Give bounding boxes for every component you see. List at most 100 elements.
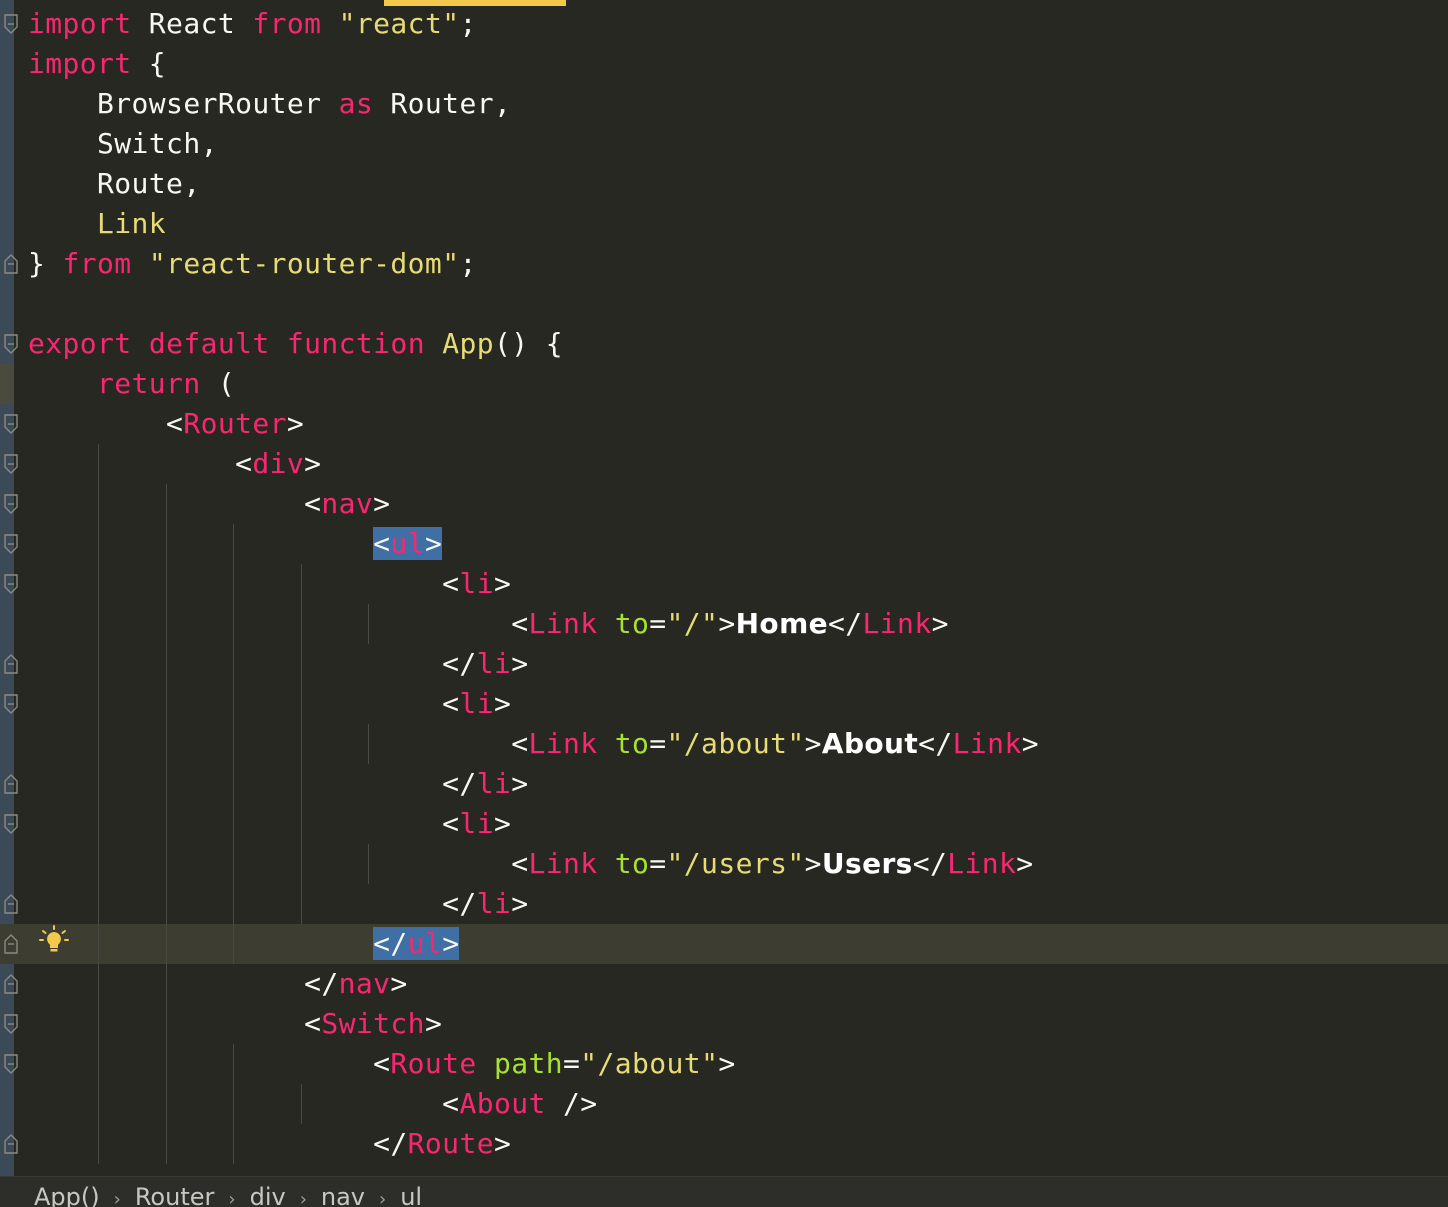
code-token: >	[373, 487, 391, 520]
code-line[interactable]: Link	[0, 204, 1448, 244]
breadcrumb-item[interactable]: div	[250, 1183, 286, 1207]
fold-close-icon[interactable]	[4, 1134, 18, 1154]
code-token: to	[614, 727, 650, 760]
code-token: "/"	[666, 607, 719, 640]
code-line[interactable]: <li>	[0, 804, 1448, 844]
code-line[interactable]: </ul>	[0, 924, 1448, 964]
breadcrumb-item[interactable]: App()	[34, 1183, 100, 1207]
fold-open-icon[interactable]	[4, 1054, 18, 1074]
code-token: Route	[390, 1047, 477, 1080]
fold-open-icon[interactable]	[4, 694, 18, 714]
code-token: >	[718, 1047, 736, 1080]
fold-open-icon[interactable]	[4, 334, 18, 354]
code-line-text: } from "react-router-dom";	[28, 244, 477, 284]
code-line[interactable]: <About />	[0, 1084, 1448, 1124]
code-line[interactable]: import React from "react";	[0, 4, 1448, 44]
fold-close-icon[interactable]	[4, 894, 18, 914]
code-token: <	[28, 607, 529, 640]
breadcrumb-item[interactable]: ul	[400, 1183, 422, 1207]
code-line[interactable]: </li>	[0, 884, 1448, 924]
code-line-text: return (	[28, 364, 235, 404]
selected-token: <	[373, 527, 391, 560]
fold-close-icon[interactable]	[4, 974, 18, 994]
fold-open-icon[interactable]	[4, 454, 18, 474]
code-token: Link	[528, 727, 598, 760]
code-line[interactable]: import {	[0, 44, 1448, 84]
chevron-right-icon: ›	[113, 1189, 121, 1207]
code-token: >	[286, 407, 305, 440]
indent-guide	[165, 484, 167, 1164]
code-token: Link	[952, 727, 1022, 760]
breadcrumb-item[interactable]: Router	[135, 1183, 215, 1207]
indent-guide	[368, 604, 369, 644]
code-line[interactable]: </nav>	[0, 964, 1448, 1004]
code-token: import	[28, 47, 132, 80]
code-token: nav	[321, 487, 374, 520]
code-token: >	[493, 1127, 512, 1160]
fold-close-icon[interactable]	[4, 934, 18, 954]
code-line[interactable]: <li>	[0, 684, 1448, 724]
fold-open-icon[interactable]	[4, 14, 18, 34]
code-token: =	[563, 1047, 581, 1080]
code-line[interactable]: </Route>	[0, 1124, 1448, 1164]
code-token: <	[28, 1087, 460, 1120]
code-line[interactable]: export default function App() {	[0, 324, 1448, 364]
code-line-text: export default function App() {	[28, 324, 563, 364]
fold-close-icon[interactable]	[4, 774, 18, 794]
fold-open-icon[interactable]	[4, 574, 18, 594]
fold-close-icon[interactable]	[4, 254, 18, 274]
fold-open-icon[interactable]	[4, 1014, 18, 1034]
code-line[interactable]: } from "react-router-dom";	[0, 244, 1448, 284]
code-token: >	[424, 1007, 443, 1040]
code-line[interactable]: return (	[0, 364, 1448, 404]
code-line-text: </li>	[28, 764, 528, 804]
fold-open-icon[interactable]	[4, 534, 18, 554]
code-token: =	[649, 727, 667, 760]
code-line[interactable]: <li>	[0, 564, 1448, 604]
code-editor[interactable]: import React from "react"; import { Brows…	[0, 0, 1448, 1176]
code-token: >	[511, 887, 529, 920]
code-token: <	[28, 847, 529, 880]
fold-close-icon[interactable]	[4, 654, 18, 674]
code-line[interactable]: <Link to="/">Home</Link>	[0, 604, 1448, 644]
code-line[interactable]: <Switch>	[0, 1004, 1448, 1044]
fold-open-icon[interactable]	[4, 814, 18, 834]
fold-open-icon[interactable]	[4, 494, 18, 514]
code-token: Router,	[373, 87, 512, 120]
code-line[interactable]: </li>	[0, 764, 1448, 804]
code-line-text: </nav>	[28, 964, 408, 1004]
code-line[interactable]: <nav>	[0, 484, 1448, 524]
code-token: App	[442, 327, 494, 360]
code-line[interactable]: <div>	[0, 444, 1448, 484]
code-line[interactable]: <ul>	[0, 524, 1448, 564]
code-token: ;	[459, 7, 477, 40]
code-line[interactable]	[0, 284, 1448, 324]
code-line[interactable]: Switch,	[0, 124, 1448, 164]
code-line-text: Link	[28, 204, 166, 244]
indent-guide	[368, 844, 369, 884]
code-token: function	[286, 327, 425, 360]
code-line[interactable]: Route,	[0, 164, 1448, 204]
code-line[interactable]: BrowserRouter as Router,	[0, 84, 1448, 124]
code-token: />	[545, 1087, 598, 1120]
lightbulb-icon[interactable]	[38, 924, 70, 956]
breadcrumb-item[interactable]: nav	[321, 1183, 365, 1207]
code-token: >	[931, 607, 949, 640]
selected-token: ul	[390, 527, 425, 560]
code-line[interactable]: <Link to="/about">About</Link>	[0, 724, 1448, 764]
code-line[interactable]: <Router>	[0, 404, 1448, 444]
code-line-text: import React from "react";	[28, 4, 477, 44]
code-token: return	[97, 367, 201, 400]
code-line[interactable]: <Route path="/about">	[0, 1044, 1448, 1084]
code-line[interactable]: </li>	[0, 644, 1448, 684]
code-line[interactable]: <Link to="/users">Users</Link>	[0, 844, 1448, 884]
fold-open-icon[interactable]	[4, 414, 18, 434]
code-token: Link	[528, 847, 598, 880]
code-token: li	[476, 767, 512, 800]
